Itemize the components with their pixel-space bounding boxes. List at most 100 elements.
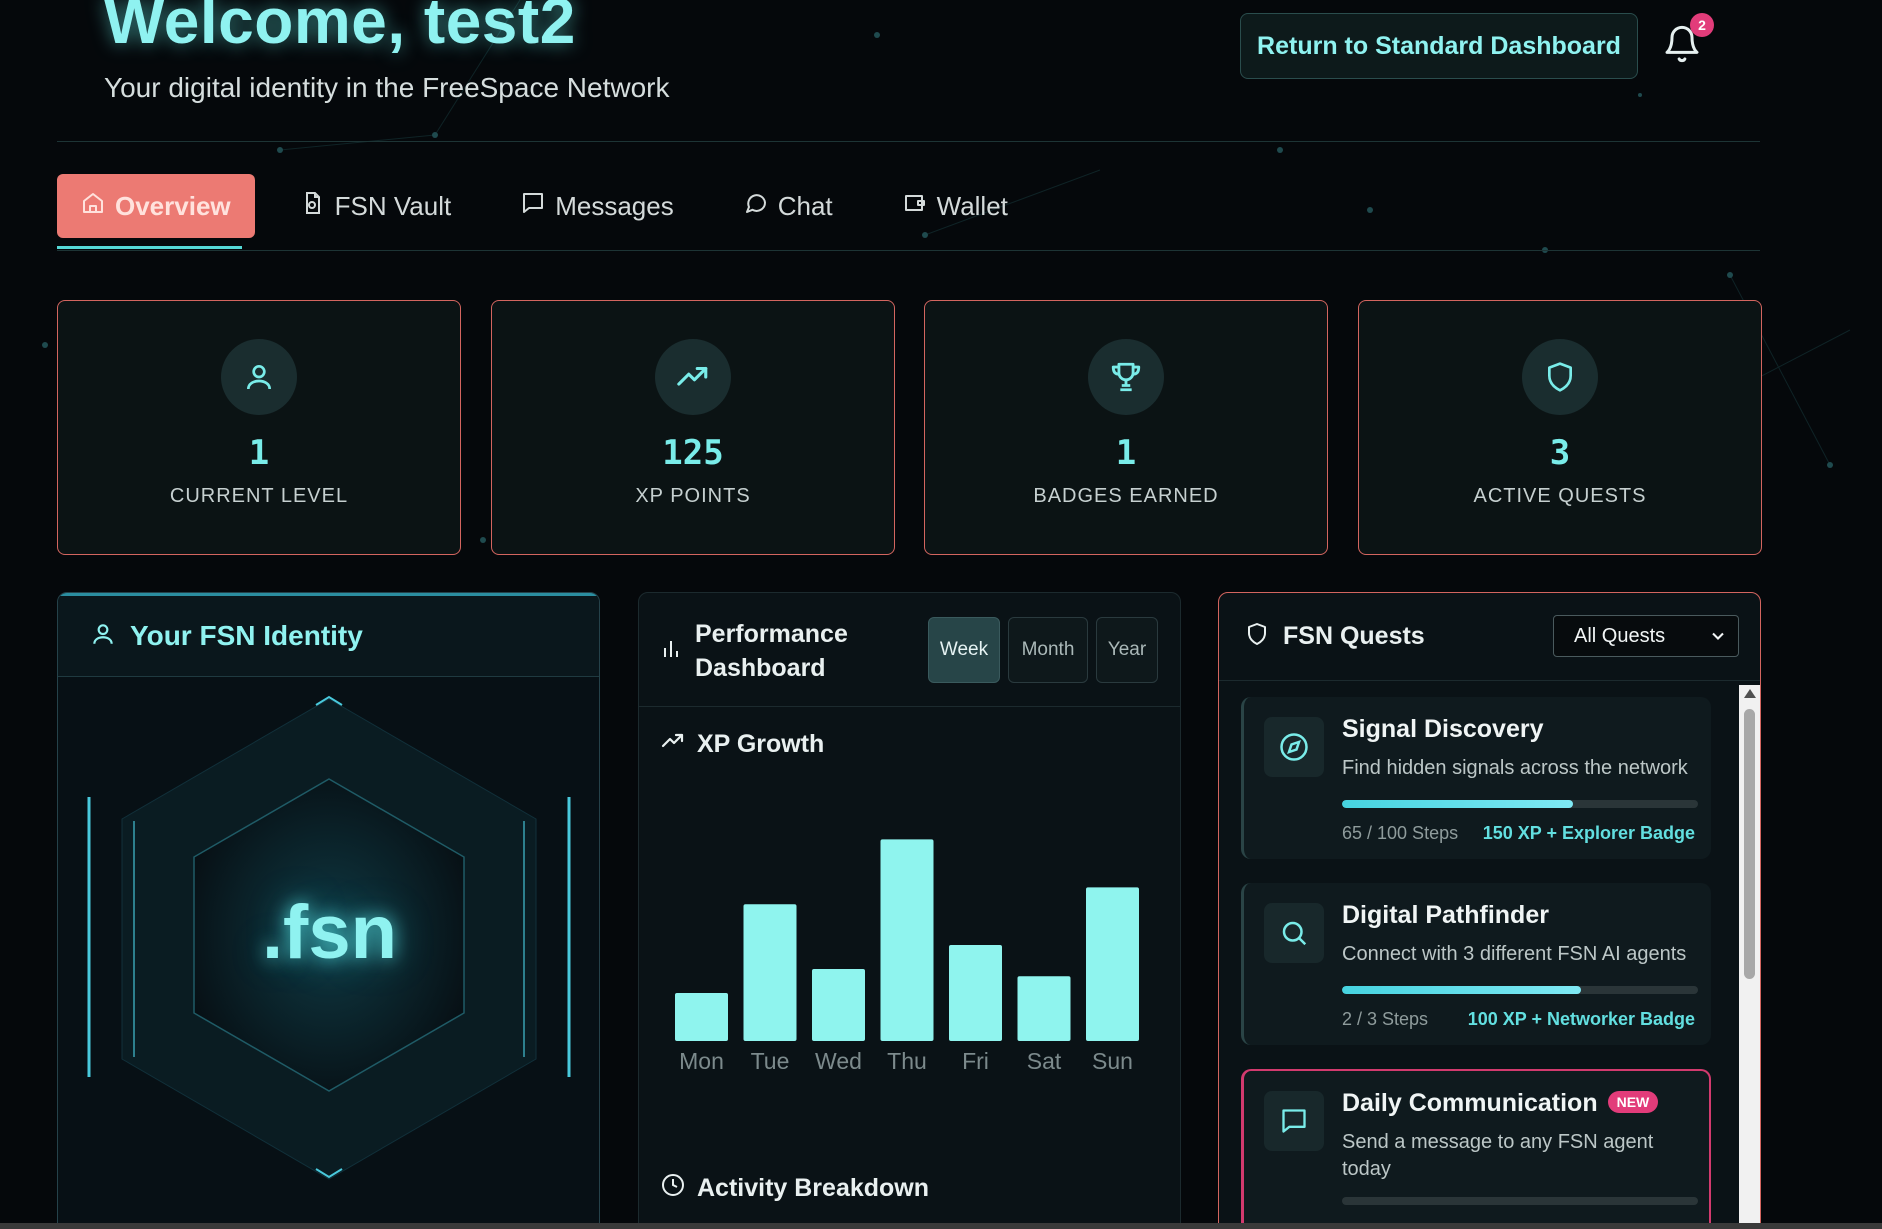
quest-filter-value: All Quests: [1574, 624, 1666, 647]
home-icon: [81, 191, 105, 222]
fsn-identity-panel: Your FSN Identity .fsn: [57, 592, 600, 1229]
range-month-button[interactable]: Month: [1008, 617, 1088, 683]
tab-chat[interactable]: Chat: [720, 174, 857, 238]
message-square-icon: [521, 191, 545, 222]
return-to-standard-dashboard-button[interactable]: Return to Standard Dashboard: [1240, 13, 1638, 79]
x-tick-label: Sat: [1027, 1048, 1062, 1074]
quest-title: Signal Discovery: [1342, 715, 1544, 743]
activity-breakdown-label: Activity Breakdown: [697, 1174, 930, 1202]
stat-card-active-quests: 3 ACTIVE QUESTS: [1358, 300, 1762, 555]
stat-value: 3: [1549, 433, 1571, 473]
shield-icon: [1245, 621, 1269, 652]
tab-messages[interactable]: Messages: [497, 174, 698, 238]
scroll-up-arrow-icon[interactable]: [1744, 689, 1756, 698]
xp-bar-wed: [812, 969, 865, 1041]
user-icon: [90, 621, 116, 652]
x-tick-label: Wed: [815, 1048, 862, 1074]
shield-icon: [1522, 339, 1598, 415]
welcome-subtitle: Your digital identity in the FreeSpace N…: [104, 72, 670, 103]
quests-scrollbar[interactable]: [1739, 685, 1760, 1229]
fsn-quests-panel: FSN Quests All Quests Signal Discovery F…: [1218, 592, 1761, 1229]
quest-steps: 65 / 100 Steps: [1342, 823, 1459, 843]
stat-value: 1: [248, 433, 270, 473]
tab-label: Chat: [777, 190, 833, 221]
wallet-icon: [903, 191, 927, 222]
quest-card-new[interactable]: Daily Communication NEW Send a message to…: [1241, 1069, 1711, 1229]
bar-chart-icon: [661, 637, 681, 664]
tabs-divider: [57, 250, 1760, 251]
clock-icon: [661, 1173, 685, 1204]
compass-icon: [1264, 717, 1324, 777]
quest-title: Digital Pathfinder: [1342, 901, 1549, 929]
quest-card[interactable]: Signal Discovery Find hidden signals acr…: [1241, 697, 1711, 859]
main-tabs: Overview FSN Vault Messages Chat Wallet: [57, 174, 1054, 250]
xp-bar-fri: [949, 945, 1002, 1041]
active-tab-indicator: [57, 246, 242, 249]
xp-bar-mon: [675, 993, 728, 1041]
quest-filter-select[interactable]: All Quests: [1553, 615, 1739, 657]
quest-title: Daily Communication: [1342, 1089, 1598, 1117]
quest-reward: 150 XP + Explorer Badge: [1482, 823, 1695, 843]
range-week-button[interactable]: Week: [928, 617, 1000, 683]
quest-steps: 2 / 3 Steps: [1342, 1009, 1429, 1029]
chevron-down-icon: [1708, 626, 1728, 652]
range-year-button[interactable]: Year: [1096, 617, 1158, 683]
trending-up-icon: [661, 729, 685, 760]
quest-description: Send a message to any FSN agent today: [1342, 1131, 1654, 1180]
xp-bar-thu: [880, 839, 934, 1041]
quest-title-row: Daily Communication NEW: [1342, 1089, 1659, 1118]
message-square-icon: [1264, 1091, 1324, 1151]
stat-card-xp-points: 125 XP POINTS: [491, 300, 895, 555]
window-bottom-edge: [0, 1223, 1882, 1229]
performance-title: Performance Dashboard: [695, 620, 848, 682]
tab-label: Wallet: [936, 190, 1008, 221]
tab-fsn-vault[interactable]: FSN Vault: [277, 174, 476, 238]
identity-title: Your FSN Identity: [130, 620, 363, 651]
x-tick-label: Sun: [1092, 1048, 1133, 1074]
search-icon: [1264, 903, 1324, 963]
new-badge: NEW: [1607, 1091, 1659, 1113]
stat-card-current-level: 1 CURRENT LEVEL: [57, 300, 461, 555]
stat-value: 125: [662, 433, 724, 473]
performance-dashboard-panel: Performance Dashboard Week Month Year XP…: [638, 592, 1181, 1229]
x-tick-label: Tue: [751, 1048, 790, 1074]
welcome-title: Welcome, test2: [104, 0, 576, 57]
scrollbar-thumb[interactable]: [1744, 709, 1755, 979]
x-tick-label: Mon: [679, 1048, 724, 1074]
quest-description: Connect with 3 different FSN AI agents: [1342, 943, 1687, 965]
stat-value: 1: [1115, 433, 1137, 473]
stat-label: ACTIVE QUESTS: [1473, 485, 1647, 507]
identity-header: Your FSN Identity: [58, 593, 599, 677]
vault-icon: [301, 191, 325, 222]
quests-title: FSN Quests: [1283, 622, 1425, 650]
tab-wallet[interactable]: Wallet: [879, 174, 1032, 238]
x-tick-label: Fri: [962, 1048, 989, 1074]
quests-header: FSN Quests All Quests: [1219, 593, 1760, 681]
tab-overview[interactable]: Overview: [57, 174, 255, 238]
trophy-icon: [1088, 339, 1164, 415]
notification-count-badge: 2: [1690, 13, 1714, 37]
stat-label: XP POINTS: [635, 485, 751, 507]
tab-label: FSN Vault: [334, 190, 452, 221]
quest-progress-bar: [1342, 800, 1698, 808]
xp-growth-heading: XP Growth: [661, 729, 824, 760]
fsn-domain-text: .fsn: [261, 890, 398, 975]
stat-card-badges-earned: 1 BADGES EARNED: [924, 300, 1328, 555]
chat-bubble-icon: [744, 191, 768, 222]
x-tick-label: Thu: [887, 1048, 927, 1074]
fsn-hexagon-art: .fsn: [58, 679, 599, 1229]
xp-bar-sat: [1017, 976, 1071, 1041]
tab-label: Overview: [115, 190, 231, 221]
stat-label: CURRENT LEVEL: [169, 485, 349, 507]
trending-up-icon: [655, 339, 731, 415]
performance-header: Performance Dashboard Week Month Year: [639, 593, 1180, 707]
xp-bar-sun: [1086, 887, 1139, 1041]
xp-bar-tue: [743, 904, 797, 1041]
xp-growth-chart: Mon Tue Wed Thu Fri Sat Sun: [675, 839, 1139, 1074]
quest-progress-fill: [1342, 800, 1574, 808]
quest-card[interactable]: Digital Pathfinder Connect with 3 differ…: [1241, 883, 1711, 1045]
xp-growth-label: XP Growth: [697, 730, 825, 758]
tab-label: Messages: [555, 190, 674, 221]
quest-reward: 100 XP + Networker Badge: [1467, 1009, 1695, 1029]
quest-progress-bar: [1342, 986, 1698, 994]
